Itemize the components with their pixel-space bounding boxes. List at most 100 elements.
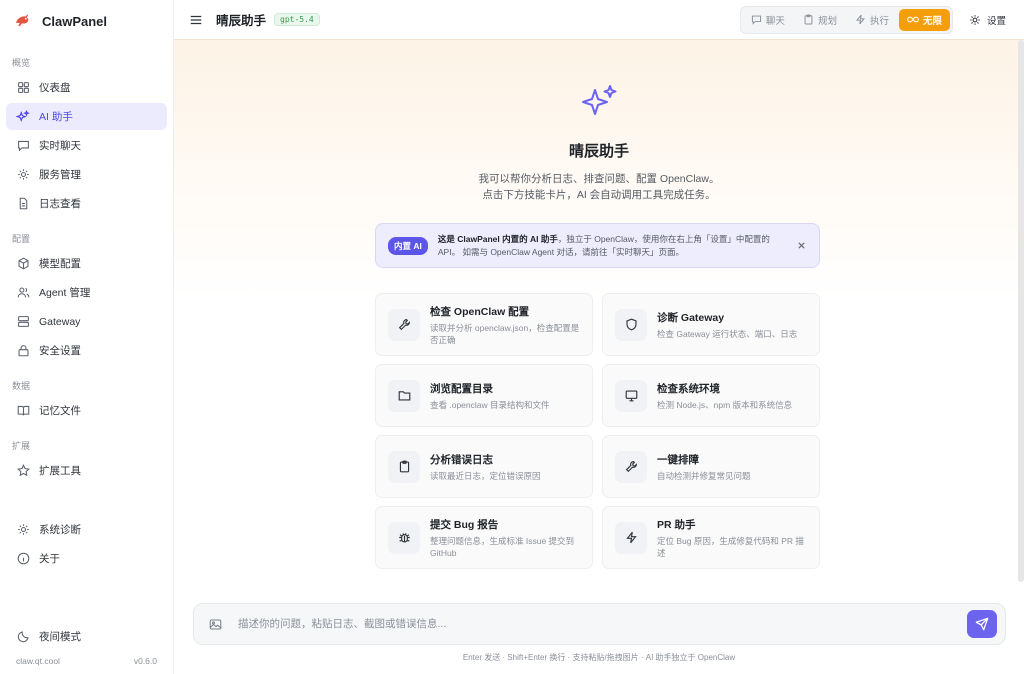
send-button[interactable] bbox=[967, 610, 997, 638]
skill-card-analyze-error-logs[interactable]: 分析错误日志读取最近日志，定位错误原因 bbox=[375, 435, 593, 498]
mode-chat-button[interactable]: 聊天 bbox=[743, 10, 793, 30]
wrench-icon bbox=[388, 308, 420, 341]
skill-card-diagnose-gateway[interactable]: 诊断 Gateway 检查 Gateway 运行状态、端口、日志 bbox=[602, 293, 820, 356]
night-mode-toggle[interactable]: 夜间模式 bbox=[6, 623, 167, 650]
card-title: PR 助手 bbox=[657, 518, 696, 531]
card-title: 浏览配置目录 bbox=[430, 382, 493, 395]
section-title-overview: 概览 bbox=[12, 58, 31, 68]
notice-text: 这是 ClawPanel 内置的 AI 助手，独立于 OpenClaw，使用你在… bbox=[438, 233, 785, 259]
mode-label: 聊天 bbox=[765, 15, 785, 27]
sidebar-item-memory-files[interactable]: 记忆文件 bbox=[6, 397, 167, 424]
notice-rest-2: 如需与 OpenClaw Agent 对话，请前往「实时聊天」页面。 bbox=[462, 246, 684, 257]
version-text: v0.6.0 bbox=[133, 656, 157, 666]
sidebar-item-service-management[interactable]: 服务管理 bbox=[6, 161, 167, 188]
mode-execute-button[interactable]: 执行 bbox=[847, 10, 897, 30]
sidebar: ClawPanel 概览 仪表盘 AI 助手 实时聊天 服务管理 日志查看 配置… bbox=[0, 0, 174, 674]
mode-switcher: 聊天 规划 执行 无限 bbox=[739, 5, 953, 34]
info-icon bbox=[16, 552, 30, 566]
sidebar-item-label: 记忆文件 bbox=[39, 405, 81, 417]
infinity-icon bbox=[907, 16, 919, 23]
sparkle-icon bbox=[174, 84, 1024, 124]
model-badge: gpt-5.4 bbox=[274, 13, 320, 26]
server-icon bbox=[16, 315, 30, 329]
card-desc: 查看 .openclaw 目录结构和文件 bbox=[430, 399, 550, 410]
bolt-icon bbox=[615, 521, 647, 554]
close-icon[interactable] bbox=[795, 240, 807, 252]
section-title-data: 数据 bbox=[12, 381, 31, 391]
card-title: 分析错误日志 bbox=[430, 453, 493, 466]
settings-label: 设置 bbox=[986, 15, 1006, 27]
sidebar-item-agent-management[interactable]: Agent 管理 bbox=[6, 279, 167, 306]
card-desc: 定位 Bug 原因，生成修复代码和 PR 描述 bbox=[657, 535, 804, 558]
sidebar-item-label: 系统诊断 bbox=[39, 524, 81, 536]
card-title: 诊断 Gateway bbox=[657, 311, 725, 324]
skill-card-one-click-fix[interactable]: 一键排障 自动检测并修复常见问题 bbox=[602, 435, 820, 498]
sidebar-item-model-config[interactable]: 模型配置 bbox=[6, 250, 167, 277]
sidebar-item-live-chat[interactable]: 实时聊天 bbox=[6, 132, 167, 159]
card-desc: 读取并分析 openclaw.json，检查配置是否正确 bbox=[430, 322, 580, 345]
hero-line-2: 点击下方技能卡片，AI 会自动调用工具完成任务。 bbox=[482, 189, 716, 201]
night-mode-label: 夜间模式 bbox=[39, 631, 81, 643]
image-upload-icon[interactable] bbox=[208, 617, 222, 631]
skill-card-check-system-env[interactable]: 检查系统环境 检测 Node.js、npm 版本和系统信息 bbox=[602, 364, 820, 427]
section-title-config: 配置 bbox=[12, 234, 31, 244]
scrollbar[interactable] bbox=[1018, 40, 1024, 582]
moon-icon bbox=[16, 630, 30, 644]
skill-card-check-config[interactable]: 检查 OpenClaw 配置读取并分析 openclaw.json，检查配置是否… bbox=[375, 293, 593, 356]
monitor-icon bbox=[615, 379, 647, 412]
card-desc: 自动检测并修复常见问题 bbox=[657, 470, 751, 481]
star-icon bbox=[16, 464, 30, 478]
skill-card-submit-bug-report[interactable]: 提交 Bug 报告 整理问题信息，生成标准 Issue 提交到 GitHub bbox=[375, 506, 593, 569]
domain-text: claw.qt.cool bbox=[16, 656, 60, 666]
settings-button[interactable]: 设置 bbox=[963, 13, 1012, 27]
sidebar-item-ai-assistant[interactable]: AI 助手 bbox=[6, 103, 167, 130]
welcome-hero: 晴辰助手 我可以帮你分析日志、排查问题、配置 OpenClaw。 点击下方技能卡… bbox=[174, 40, 1024, 203]
message-input[interactable] bbox=[238, 618, 967, 630]
sidebar-item-system-diagnostics[interactable]: 系统诊断 bbox=[6, 516, 167, 543]
chat-icon bbox=[16, 139, 30, 153]
skill-card-browse-config-dir[interactable]: 浏览配置目录查看 .openclaw 目录结构和文件 bbox=[375, 364, 593, 427]
document-icon bbox=[16, 197, 30, 211]
card-desc: 检测 Node.js、npm 版本和系统信息 bbox=[657, 399, 793, 410]
section-title-extensions: 扩展 bbox=[12, 441, 31, 451]
sidebar-item-security[interactable]: 安全设置 bbox=[6, 337, 167, 364]
sidebar-item-dashboard[interactable]: 仪表盘 bbox=[6, 74, 167, 101]
sidebar-item-label: Gateway bbox=[39, 315, 81, 328]
sidebar-item-extension-tools[interactable]: 扩展工具 bbox=[6, 457, 167, 484]
main-area: 晴辰助手 gpt-5.4 聊天 规划 执行 无限 设置 晴辰助手 我可以帮你分析… bbox=[174, 0, 1024, 674]
sidebar-item-label: 服务管理 bbox=[39, 169, 81, 181]
sidebar-item-about[interactable]: 关于 bbox=[6, 545, 167, 572]
shield-icon bbox=[615, 308, 647, 341]
bolt-icon bbox=[856, 14, 865, 25]
lock-icon bbox=[16, 344, 30, 358]
card-title: 检查 OpenClaw 配置 bbox=[430, 305, 530, 318]
skill-card-pr-assistant[interactable]: PR 助手定位 Bug 原因，生成修复代码和 PR 描述 bbox=[602, 506, 820, 569]
gear-icon bbox=[16, 523, 30, 537]
mode-plan-button[interactable]: 规划 bbox=[795, 10, 845, 30]
builtin-ai-notice: 内置 AI 这是 ClawPanel 内置的 AI 助手，独立于 OpenCla… bbox=[375, 223, 820, 268]
sidebar-item-label: 仪表盘 bbox=[39, 82, 71, 94]
chat-icon bbox=[751, 15, 762, 25]
sidebar-item-label: 扩展工具 bbox=[39, 465, 81, 477]
mode-label: 执行 bbox=[869, 15, 889, 27]
sidebar-footer: claw.qt.cool v0.6.0 bbox=[0, 656, 173, 674]
sidebar-item-logs[interactable]: 日志查看 bbox=[6, 190, 167, 217]
mode-label: 无限 bbox=[922, 15, 942, 27]
bug-icon bbox=[388, 521, 420, 554]
sidebar-item-gateway[interactable]: Gateway bbox=[6, 308, 167, 335]
gear-icon bbox=[16, 168, 30, 182]
card-desc: 读取最近日志，定位错误原因 bbox=[430, 470, 541, 481]
sidebar-item-label: 模型配置 bbox=[39, 258, 81, 270]
sidebar-item-label: AI 助手 bbox=[39, 111, 73, 123]
mode-unlimited-button[interactable]: 无限 bbox=[898, 8, 950, 31]
brand[interactable]: ClawPanel bbox=[0, 0, 173, 42]
page-title: 晴辰助手 bbox=[216, 14, 267, 28]
builtin-ai-tag: 内置 AI bbox=[388, 236, 428, 255]
cube-icon bbox=[16, 257, 30, 271]
grid-icon bbox=[16, 81, 30, 95]
users-icon bbox=[16, 286, 30, 300]
sidebar-item-label: Agent 管理 bbox=[39, 287, 91, 299]
hero-title: 晴辰助手 bbox=[568, 143, 629, 160]
send-icon bbox=[975, 617, 989, 631]
menu-icon[interactable] bbox=[186, 10, 206, 30]
